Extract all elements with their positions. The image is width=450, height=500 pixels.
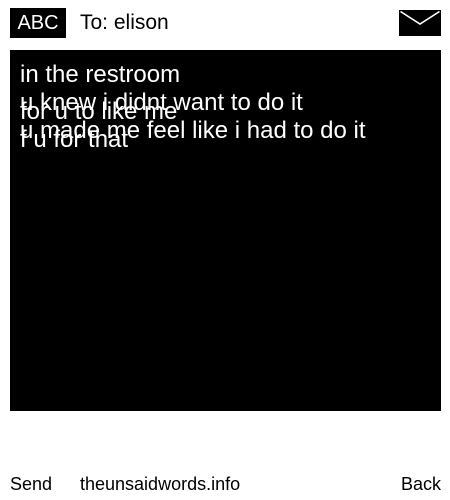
envelope-icon[interactable] xyxy=(399,10,441,36)
input-mode-badge[interactable]: ABC xyxy=(10,8,66,38)
recipient-field[interactable]: To: elison xyxy=(80,8,169,38)
send-button[interactable]: Send xyxy=(10,472,52,496)
phone-screen: ABC To: elison in the restroom u knew i … xyxy=(0,0,450,500)
message-line: f u for that xyxy=(20,126,129,153)
message-body[interactable]: in the restroom u knew i didnt want to d… xyxy=(10,50,441,411)
message-line: in the restroom xyxy=(20,61,181,88)
site-link[interactable]: theunsaidwords.info xyxy=(80,472,240,496)
back-button[interactable]: Back xyxy=(401,472,441,496)
